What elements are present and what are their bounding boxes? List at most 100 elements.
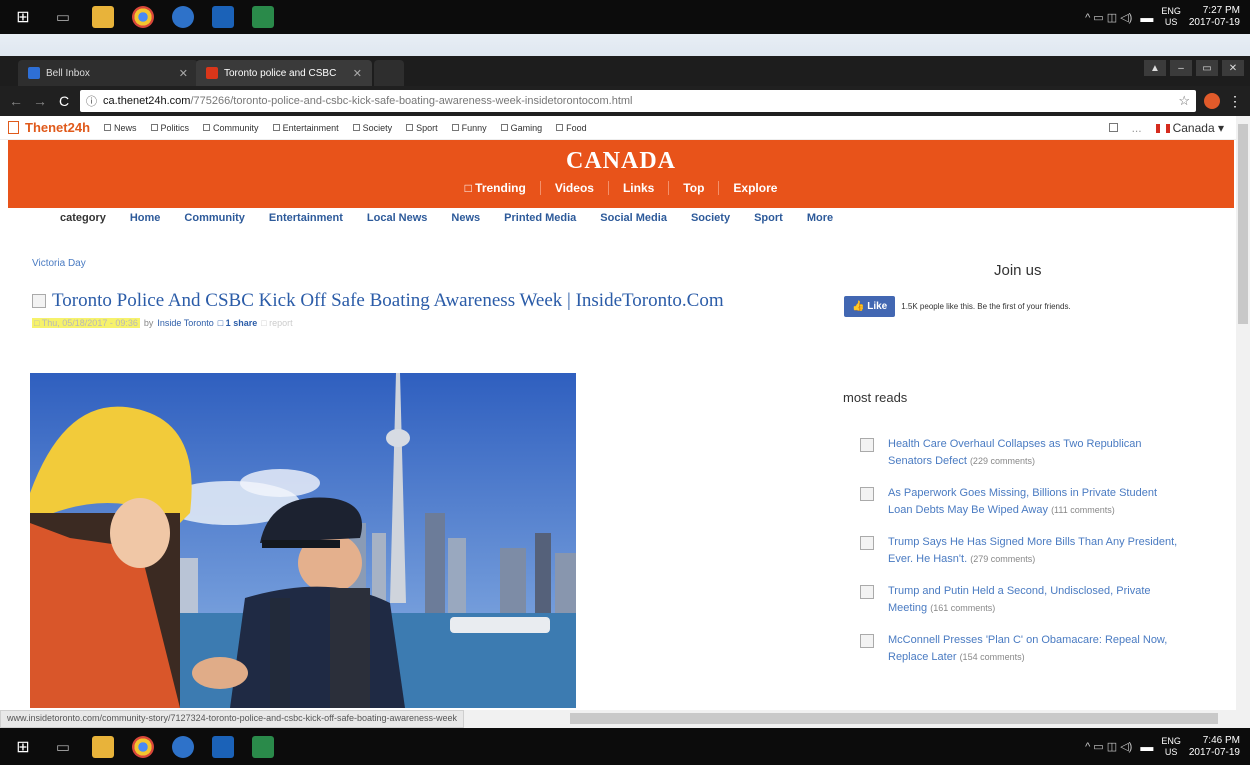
- article-title[interactable]: Toronto Police And CSBC Kick Off Safe Bo…: [32, 290, 724, 312]
- site-favicon-icon: [206, 67, 218, 79]
- more-dots[interactable]: ...: [1132, 121, 1142, 135]
- close-window-button[interactable]: ✕: [1222, 60, 1244, 76]
- topnav-entertainment[interactable]: Entertainment: [272, 123, 339, 133]
- maximize-button[interactable]: ▭: [1196, 60, 1218, 76]
- banner-link-links[interactable]: Links: [607, 181, 668, 195]
- language-indicator[interactable]: ENG US: [1161, 6, 1181, 28]
- most-reads-heading: most reads: [843, 390, 908, 405]
- scrollbar-thumb[interactable]: [1238, 124, 1248, 324]
- banner-link-trending[interactable]: □ Trending: [451, 181, 540, 195]
- category-community[interactable]: Community: [184, 212, 245, 224]
- topnav-community[interactable]: Community: [203, 123, 259, 133]
- bookmark-star-icon[interactable]: ☆: [1178, 93, 1190, 109]
- category-nav: category Home Community Entertainment Lo…: [60, 212, 833, 224]
- region-selector[interactable]: Canada ▾: [1155, 121, 1224, 135]
- square-icon[interactable]: [1108, 123, 1118, 132]
- notification-icon[interactable]: ▬: [1140, 10, 1153, 25]
- most-reads-list: Health Care Overhaul Collapses as Two Re…: [860, 436, 1180, 681]
- task-view-icon[interactable]: ▭: [52, 6, 74, 28]
- banner-link-videos[interactable]: Videos: [539, 181, 608, 195]
- site-top-nav: Thenet24h News Politics Community Entert…: [0, 116, 1236, 140]
- category-social-media[interactable]: Social Media: [600, 212, 667, 224]
- broken-image-icon: [860, 438, 874, 452]
- broken-image-icon: [860, 487, 874, 501]
- category-printed-media[interactable]: Printed Media: [504, 212, 576, 224]
- windows-start-icon[interactable]: ⊞: [12, 6, 34, 28]
- chrome-icon[interactable]: [132, 735, 154, 758]
- topnav-politics[interactable]: Politics: [150, 123, 189, 133]
- broken-image-icon: [32, 294, 46, 308]
- outlook-icon[interactable]: [212, 6, 234, 28]
- topnav-gaming[interactable]: Gaming: [500, 123, 542, 133]
- topnav-sport[interactable]: Sport: [406, 123, 438, 133]
- chrome-icon[interactable]: [132, 6, 154, 28]
- forward-icon[interactable]: →: [32, 93, 48, 109]
- new-tab-button[interactable]: [374, 60, 404, 86]
- reload-icon[interactable]: C: [56, 93, 72, 109]
- site-logo[interactable]: Thenet24h: [8, 120, 90, 135]
- outlook-icon[interactable]: [212, 735, 234, 758]
- excel-icon[interactable]: [252, 6, 274, 28]
- topnav-food[interactable]: Food: [556, 123, 587, 133]
- profile-icon[interactable]: ▲: [1144, 60, 1166, 76]
- tray-icons[interactable]: ^ ▭ ◫ ◁): [1085, 740, 1132, 753]
- tab-label: Toronto police and CSBC: [224, 67, 337, 79]
- media-icon[interactable]: [172, 6, 194, 28]
- category-local-news[interactable]: Local News: [367, 212, 428, 224]
- article-tag[interactable]: Victoria Day: [32, 258, 86, 269]
- site-info-icon[interactable]: ⓘ: [86, 93, 97, 109]
- category-more[interactable]: More: [807, 212, 833, 224]
- report-link[interactable]: □ report: [261, 318, 292, 328]
- minimize-button[interactable]: –: [1170, 60, 1192, 76]
- facebook-like-button[interactable]: 👍 Like: [844, 296, 896, 317]
- list-item[interactable]: McConnell Presses 'Plan C' on Obamacare:…: [860, 632, 1180, 666]
- square-icon: [500, 124, 508, 131]
- clock[interactable]: 7:27 PM 2017-07-19: [1189, 5, 1240, 29]
- close-tab-icon[interactable]: ✕: [353, 67, 362, 80]
- chrome-menu-icon[interactable]: ⋮: [1228, 93, 1242, 110]
- banner-link-top[interactable]: Top: [668, 181, 718, 195]
- article-author[interactable]: Inside Toronto: [157, 318, 213, 328]
- back-icon[interactable]: ←: [8, 93, 24, 109]
- taskbar-top: ⊞ ▭ ^ ▭ ◫ ◁) ▬ ENG US 7:27 PM 2017-07-19: [0, 0, 1250, 34]
- file-explorer-icon[interactable]: [92, 735, 114, 758]
- close-tab-icon[interactable]: ✕: [179, 67, 188, 80]
- category-entertainment[interactable]: Entertainment: [269, 212, 343, 224]
- language-indicator[interactable]: ENG US: [1161, 736, 1181, 758]
- tab-toronto-police[interactable]: Toronto police and CSBC ✕: [196, 60, 372, 86]
- share-link[interactable]: □ 1 share: [218, 318, 257, 328]
- notification-icon[interactable]: ▬: [1140, 739, 1153, 754]
- banner-title: CANADA: [566, 148, 676, 174]
- vertical-scrollbar[interactable]: [1236, 116, 1250, 710]
- clock[interactable]: 7:46 PM 2017-07-19: [1189, 735, 1240, 759]
- category-news[interactable]: News: [451, 212, 480, 224]
- media-icon[interactable]: [172, 735, 194, 758]
- tray-icons[interactable]: ^ ▭ ◫ ◁): [1085, 11, 1132, 24]
- banner-link-explore[interactable]: Explore: [718, 181, 791, 195]
- list-item[interactable]: Trump and Putin Held a Second, Undisclos…: [860, 583, 1180, 617]
- category-home[interactable]: Home: [130, 212, 161, 224]
- topnav-society[interactable]: Society: [352, 123, 392, 133]
- square-icon: [203, 124, 211, 131]
- excel-icon[interactable]: [252, 735, 274, 758]
- topnav-news[interactable]: News: [104, 123, 137, 133]
- file-explorer-icon[interactable]: [92, 6, 114, 28]
- topnav-funny[interactable]: Funny: [451, 123, 487, 133]
- category-society[interactable]: Society: [691, 212, 730, 224]
- list-item[interactable]: Trump Says He Has Signed More Bills Than…: [860, 534, 1180, 568]
- square-icon: [104, 124, 112, 131]
- category-sport[interactable]: Sport: [754, 212, 783, 224]
- square-icon: [352, 124, 360, 131]
- canada-flag-icon: [1155, 123, 1170, 133]
- article-hero-image[interactable]: [30, 373, 576, 708]
- facebook-like-widget: 👍 Like 1.5K people like this. Be the fir…: [844, 296, 1071, 317]
- windows-start-icon[interactable]: ⊞: [12, 736, 34, 758]
- join-us-heading: Join us: [994, 262, 1042, 279]
- horizontal-scrollbar[interactable]: [570, 713, 1218, 724]
- list-item[interactable]: As Paperwork Goes Missing, Billions in P…: [860, 485, 1180, 519]
- extension-icon[interactable]: [1204, 93, 1220, 109]
- list-item[interactable]: Health Care Overhaul Collapses as Two Re…: [860, 436, 1180, 470]
- address-bar[interactable]: ⓘ ca.thenet24h.com/775266/toronto-police…: [80, 90, 1196, 112]
- tab-bell-inbox[interactable]: Bell Inbox ✕: [18, 60, 198, 86]
- task-view-icon[interactable]: ▭: [52, 736, 74, 758]
